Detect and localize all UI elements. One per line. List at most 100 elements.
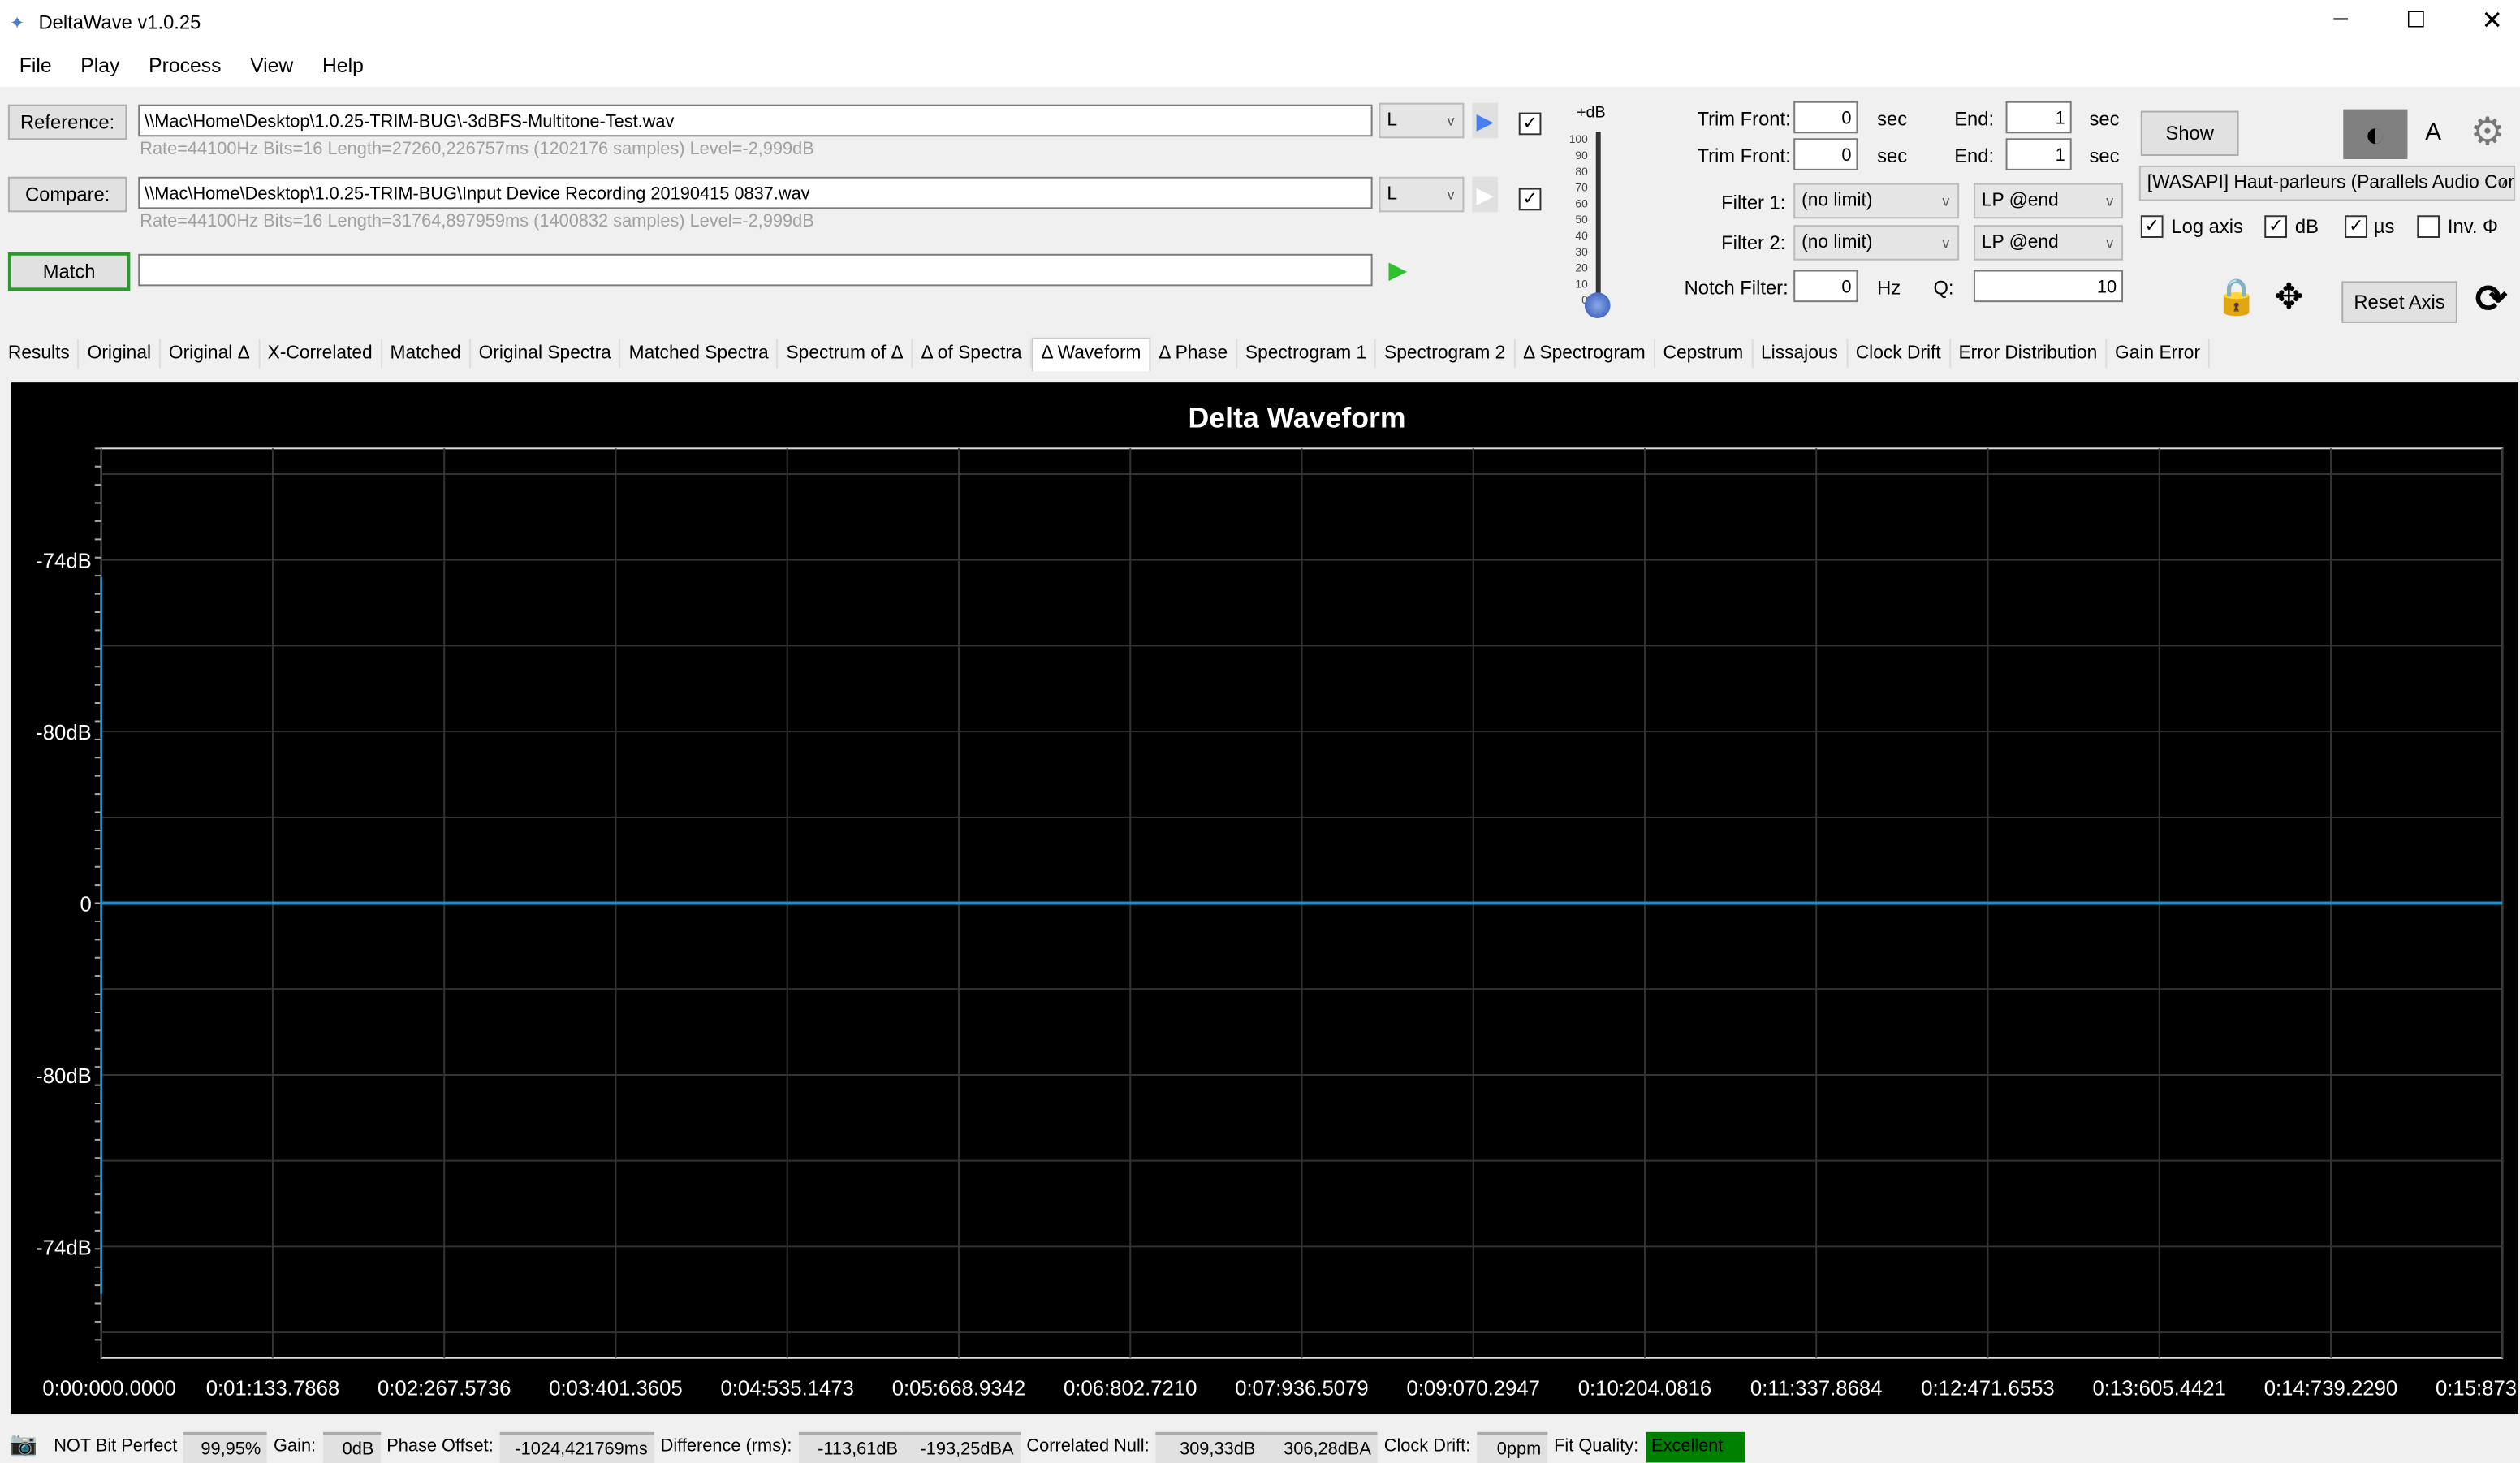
- tab-1[interactable]: Original: [80, 339, 161, 369]
- y-tick-label: -74dB: [36, 1236, 92, 1259]
- x-tick-label: 0:05:668.9342: [892, 1377, 1025, 1400]
- menu-view[interactable]: View: [235, 45, 308, 86]
- audio-device-select[interactable]: [WASAPI] Haut-parleurs (Parallels Audio …: [2138, 165, 2516, 201]
- notch-frequency-input[interactable]: 0: [1793, 270, 1858, 303]
- unit-label: sec: [1877, 145, 1908, 167]
- refresh-icon[interactable]: ⟳: [2475, 276, 2508, 322]
- x-tick-label: 0:06:802.7210: [1064, 1377, 1197, 1400]
- compare-checkbox[interactable]: ✓: [1518, 188, 1542, 211]
- filter-2-mode-select[interactable]: LP @end: [1973, 225, 2124, 261]
- match-button[interactable]: Match: [7, 252, 131, 291]
- filter-1-mode-select[interactable]: LP @end: [1973, 183, 2124, 219]
- menu-help[interactable]: Help: [308, 45, 378, 86]
- reference-button[interactable]: Reference:: [7, 104, 127, 140]
- x-tick-label: 0:10:204.0816: [1578, 1377, 1711, 1400]
- us-checkbox[interactable]: ✓: [2345, 215, 2367, 238]
- menu-play[interactable]: Play: [66, 45, 134, 86]
- correlated-null-label: Correlated Null:: [1026, 1436, 1150, 1457]
- lock-icon[interactable]: 🔒: [2215, 276, 2259, 317]
- gear-icon[interactable]: ⚙: [2470, 110, 2505, 156]
- close-button[interactable]: ✕: [2482, 5, 2504, 37]
- tab-18[interactable]: Gain Error: [2107, 339, 2210, 369]
- reference-channel-select[interactable]: L: [1379, 102, 1465, 139]
- invert-phase-checkbox[interactable]: [2417, 215, 2440, 238]
- tab-5[interactable]: Original Spectra: [471, 339, 621, 369]
- reference-path-input[interactable]: \\Mac\Home\Desktop\1.0.25-TRIM-BUG\-3dBF…: [138, 104, 1373, 137]
- level-slider-track[interactable]: [1595, 132, 1601, 306]
- difference-dba-value: -193,25dBA: [904, 1431, 1021, 1463]
- tab-7[interactable]: Spectrum of Δ: [779, 339, 913, 369]
- x-tick-label: 0:11:337.8684: [1750, 1377, 1883, 1400]
- play-reference-icon[interactable]: ▶: [1472, 102, 1498, 139]
- level-slider-thumb[interactable]: [1584, 292, 1611, 318]
- trim-front-2-input[interactable]: 0: [1793, 138, 1858, 170]
- trim-end-1-input[interactable]: 1: [2005, 101, 2072, 134]
- tab-9[interactable]: Δ Waveform: [1031, 337, 1151, 372]
- reset-axis-button[interactable]: Reset Axis: [2341, 281, 2457, 323]
- menu-bar: File Play Process View Help: [0, 45, 2520, 87]
- a-label[interactable]: A: [2425, 119, 2441, 146]
- log-axis-label: Log axis: [2171, 215, 2243, 238]
- bit-perfect-label: NOT Bit Perfect: [54, 1436, 178, 1457]
- reference-checkbox[interactable]: ✓: [1518, 112, 1542, 136]
- tab-bar: Results Original Original Δ X-Correlated Mat…: [0, 337, 2210, 375]
- filter-1-select[interactable]: (no limit): [1793, 183, 1960, 219]
- level-tick: 20: [1575, 263, 1588, 275]
- tab-4[interactable]: Matched: [382, 339, 471, 369]
- menu-file[interactable]: File: [5, 45, 67, 86]
- trim-front-label: Trim Front:: [1697, 107, 1791, 131]
- menu-process[interactable]: Process: [134, 45, 235, 86]
- tab-13[interactable]: Δ Spectrogram: [1515, 339, 1655, 369]
- us-label: µs: [2373, 215, 2395, 238]
- camera-icon[interactable]: 📷: [0, 1431, 47, 1457]
- end-label: End:: [1954, 145, 1995, 167]
- tab-10[interactable]: Δ Phase: [1150, 339, 1238, 369]
- show-button[interactable]: Show: [2140, 110, 2239, 157]
- level-tick: 30: [1575, 247, 1588, 259]
- filter-2-label: Filter 2:: [1721, 231, 1786, 254]
- notch-filter-label: Notch Filter:: [1684, 276, 1789, 300]
- tab-0[interactable]: Results: [0, 339, 80, 369]
- trim-end-2-input[interactable]: 1: [2005, 138, 2072, 170]
- correlated-null-db-value: 309,33dB: [1155, 1431, 1262, 1463]
- tab-15[interactable]: Lissajous: [1753, 339, 1848, 369]
- y-tick-label: 0: [80, 893, 92, 916]
- contrast-icon[interactable]: ◐: [2343, 109, 2408, 159]
- play-compare-icon[interactable]: ▶: [1472, 176, 1498, 213]
- minimize-button[interactable]: –: [2333, 5, 2348, 34]
- app-icon: ✦: [9, 14, 25, 34]
- x-tick-label: 0:09:070.2947: [1406, 1377, 1539, 1400]
- tab-2[interactable]: Original Δ: [161, 339, 260, 369]
- tab-14[interactable]: Cepstrum: [1655, 339, 1754, 369]
- x-tick-label: 0:14:739.2290: [2264, 1377, 2397, 1400]
- trim-front-label: Trim Front:: [1697, 145, 1791, 167]
- notch-q-input[interactable]: 10: [1973, 270, 2124, 303]
- compare-button[interactable]: Compare:: [7, 176, 127, 213]
- unit-label: sec: [1877, 107, 1908, 131]
- filter-2-select[interactable]: (no limit): [1793, 225, 1960, 261]
- tab-3[interactable]: X-Correlated: [260, 339, 382, 369]
- log-axis-checkbox[interactable]: ✓: [2140, 215, 2164, 238]
- level-tick: 40: [1575, 231, 1588, 243]
- x-tick-label: 0:01:133.7868: [206, 1377, 339, 1400]
- difference-db-value: -113,61dB: [798, 1431, 904, 1463]
- reference-info: Rate=44100Hz Bits=16 Length=27260,226757…: [140, 140, 814, 159]
- maximize-button[interactable]: ☐: [2406, 6, 2426, 34]
- y-tick-label: -80dB: [36, 722, 92, 744]
- pan-icon[interactable]: ✥: [2274, 276, 2303, 317]
- tab-11[interactable]: Spectrogram 1: [1237, 339, 1377, 369]
- run-icon[interactable]: ▶: [1388, 256, 1407, 285]
- compare-channel-select[interactable]: L: [1379, 176, 1465, 213]
- tab-12[interactable]: Spectrogram 2: [1376, 339, 1516, 369]
- compare-path-input[interactable]: \\Mac\Home\Desktop\1.0.25-TRIM-BUG\Input…: [138, 176, 1373, 209]
- tab-16[interactable]: Clock Drift: [1848, 339, 1951, 369]
- level-tick: 60: [1575, 199, 1588, 211]
- tab-17[interactable]: Error Distribution: [1951, 339, 2108, 369]
- trim-front-1-input[interactable]: 0: [1793, 101, 1858, 134]
- window-title: DeltaWave v1.0.25: [38, 11, 201, 34]
- db-checkbox[interactable]: ✓: [2264, 215, 2287, 238]
- tab-8[interactable]: Δ of Spectra: [913, 339, 1032, 369]
- delta-waveform-chart[interactable]: 0:00:000.0000 0:01:133.7868 0:02:267.5736 0…: [11, 382, 2518, 1414]
- x-tick-label: 0:15:873.0158: [2436, 1377, 2518, 1400]
- tab-6[interactable]: Matched Spectra: [621, 339, 779, 369]
